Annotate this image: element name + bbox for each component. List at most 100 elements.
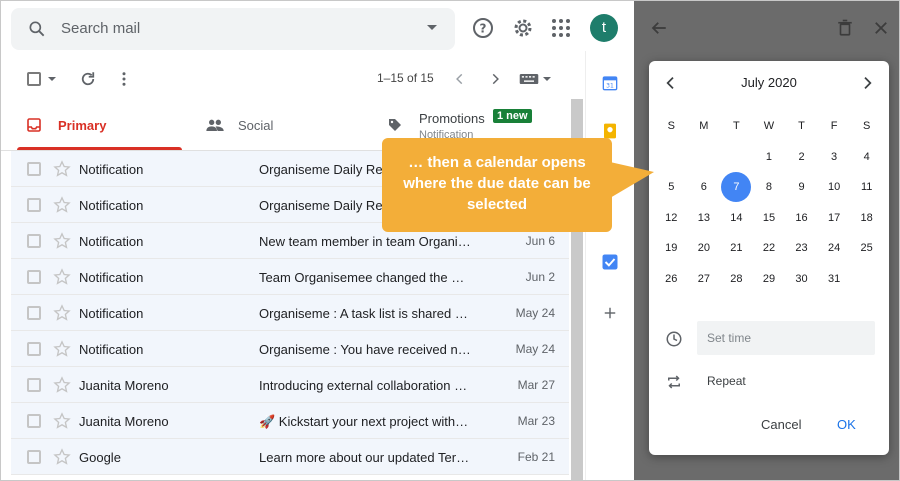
calendar-day[interactable]: 31 (818, 264, 851, 295)
calendar-day[interactable]: 18 (850, 203, 883, 234)
calendar-day[interactable]: 28 (720, 264, 753, 295)
people-icon (206, 119, 224, 131)
calendar-day[interactable]: 4 (850, 142, 883, 173)
search-bar[interactable]: Search mail (11, 8, 455, 50)
calendar-day[interactable]: 26 (655, 264, 688, 295)
email-row[interactable]: Juanita Moreno 🚀 Kickstart your next proj… (11, 403, 569, 439)
help-icon[interactable]: ? (471, 16, 495, 40)
search-input[interactable]: Search mail (61, 20, 140, 37)
star-icon[interactable] (53, 160, 71, 178)
email-row[interactable]: Google Learn more about our updated Ter… F… (11, 439, 569, 475)
apps-grid-icon[interactable] (549, 16, 573, 40)
star-icon[interactable] (53, 448, 71, 466)
row-checkbox[interactable] (27, 234, 41, 248)
row-checkbox[interactable] (27, 270, 41, 284)
keyboard-icon[interactable] (519, 72, 539, 86)
close-icon[interactable] (872, 19, 890, 37)
row-checkbox[interactable] (27, 198, 41, 212)
calendar-day[interactable]: 29 (753, 264, 786, 295)
set-time-field[interactable]: Set time (697, 321, 875, 355)
row-checkbox[interactable] (27, 414, 41, 428)
calendar-day-label: 22 (762, 242, 776, 254)
email-date: Jun 2 (525, 270, 555, 284)
cancel-button[interactable]: Cancel (761, 417, 801, 432)
calendar-day[interactable]: 14 (720, 203, 753, 234)
tab-label: Primary (58, 118, 107, 133)
calendar-day-selected[interactable]: 7 (720, 172, 753, 203)
new-count-badge: 1 new (493, 109, 532, 123)
calendar-day[interactable]: 10 (818, 172, 851, 203)
calendar-day[interactable]: 3 (818, 142, 851, 173)
calendar-day[interactable]: 22 (753, 233, 786, 264)
calendar-day[interactable]: 25 (850, 233, 883, 264)
chevron-left-icon[interactable] (453, 72, 467, 86)
select-all-checkbox[interactable] (27, 72, 41, 86)
tasks-app-icon[interactable] (601, 253, 619, 271)
back-arrow-icon[interactable] (650, 19, 668, 37)
calendar-day[interactable]: 20 (688, 233, 721, 264)
calendar-day[interactable]: 8 (753, 172, 786, 203)
calendar-day[interactable]: 15 (753, 203, 786, 234)
calendar-day[interactable]: 23 (785, 233, 818, 264)
calendar-day-label: 6 (700, 181, 707, 193)
row-checkbox[interactable] (27, 306, 41, 320)
calendar-day[interactable]: 2 (785, 142, 818, 173)
email-row[interactable]: Notification Organiseme : A task list is … (11, 295, 569, 331)
calendar-day[interactable]: 27 (688, 264, 721, 295)
search-options-icon[interactable] (427, 25, 437, 30)
avatar[interactable]: t (590, 14, 618, 42)
email-subject: Learn more about our updated Ter… (259, 450, 470, 465)
calendar-day-label: 17 (827, 211, 841, 224)
email-row[interactable]: Juanita Moreno Introducing external colla… (11, 367, 569, 403)
email-subject: Organiseme : You have received ne… (259, 342, 471, 357)
weekday-label: T (798, 120, 805, 132)
calendar-day[interactable]: 11 (850, 172, 883, 203)
email-row[interactable]: Notification Organiseme : You have receiv… (11, 331, 569, 367)
star-icon[interactable] (53, 412, 71, 430)
calendar-day[interactable]: 16 (785, 203, 818, 234)
tab-primary[interactable]: Primary (1, 99, 191, 151)
refresh-icon[interactable] (79, 70, 97, 88)
star-icon[interactable] (53, 268, 71, 286)
weekday-label: M (699, 120, 709, 132)
calendar-day-label: 28 (730, 272, 743, 285)
calendar-day[interactable]: 17 (818, 203, 851, 234)
repeat-option[interactable]: Repeat (707, 374, 746, 388)
ok-button[interactable]: OK (837, 417, 856, 432)
calendar-day[interactable]: 30 (785, 264, 818, 295)
chevron-right-icon[interactable] (488, 72, 502, 86)
select-dropdown-icon[interactable] (48, 77, 56, 81)
row-checkbox[interactable] (27, 450, 41, 464)
keep-app-icon[interactable] (603, 123, 617, 139)
tag-icon (389, 119, 401, 131)
row-checkbox[interactable] (27, 162, 41, 176)
email-sender: Juanita Moreno (79, 378, 169, 393)
calendar-day[interactable]: 9 (785, 172, 818, 203)
star-icon[interactable] (53, 340, 71, 358)
star-icon[interactable] (53, 376, 71, 394)
star-icon[interactable] (53, 304, 71, 322)
star-icon[interactable] (53, 232, 71, 250)
calendar-day[interactable]: 12 (655, 203, 688, 234)
calendar-day[interactable]: 6 (688, 172, 721, 203)
calendar-day[interactable]: 21 (720, 233, 753, 264)
weekday-label: S (862, 120, 871, 132)
next-month-icon[interactable] (859, 75, 875, 91)
calendar-day[interactable]: 1 (753, 142, 786, 173)
calendar-app-icon[interactable]: 31 (602, 75, 618, 91)
calendar-day[interactable]: 13 (688, 203, 721, 234)
more-options-icon[interactable] (117, 70, 131, 88)
plus-icon[interactable] (603, 306, 617, 320)
row-checkbox[interactable] (27, 378, 41, 392)
gear-icon[interactable] (511, 16, 535, 40)
star-icon[interactable] (53, 196, 71, 214)
calendar-day[interactable]: 19 (655, 233, 688, 264)
calendar-day[interactable]: 5 (655, 172, 688, 203)
input-tools-dropdown-icon[interactable] (543, 77, 551, 81)
calendar-day-label: 30 (795, 272, 808, 285)
email-row[interactable]: Notification Team Organisemee changed the… (11, 259, 569, 295)
tab-social[interactable]: Social (191, 99, 381, 151)
calendar-day[interactable]: 24 (818, 233, 851, 264)
trash-icon[interactable] (836, 19, 854, 37)
row-checkbox[interactable] (27, 342, 41, 356)
